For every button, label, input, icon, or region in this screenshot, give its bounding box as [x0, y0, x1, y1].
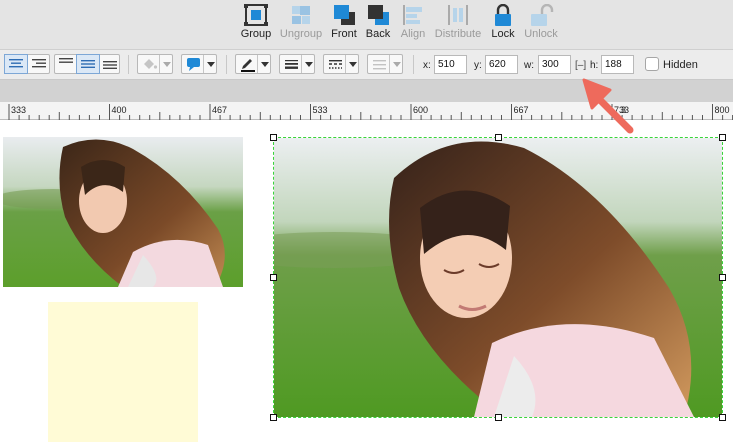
resize-handle-top-right[interactable] — [719, 134, 726, 141]
chevron-down-icon — [203, 55, 216, 73]
w-label: w: — [524, 60, 534, 71]
hidden-label: Hidden — [663, 59, 698, 71]
sticky-note[interactable] — [48, 302, 198, 442]
lock-icon — [495, 4, 511, 26]
w-field[interactable]: 300 — [538, 55, 571, 74]
line-ends-dropdown[interactable] — [367, 54, 403, 74]
ruler-label: 400 — [112, 105, 127, 115]
x-label: x: — [423, 60, 431, 71]
chevron-down-icon — [301, 55, 314, 73]
h-field[interactable]: 188 — [601, 55, 634, 74]
format-bar: x: 510 y: 620 w: 300 [–] h: 188 Hidden — [0, 50, 733, 80]
align-right-button[interactable] — [28, 55, 50, 73]
align-icon — [403, 5, 422, 25]
speech-bubble-icon — [187, 58, 200, 71]
line-weight-icon — [285, 60, 298, 69]
valign-middle-button[interactable] — [76, 54, 100, 74]
align-right-icon — [32, 59, 46, 68]
line-dash-dropdown[interactable] — [323, 54, 359, 74]
fill-color-dropdown[interactable] — [137, 54, 173, 74]
line-color-dropdown[interactable] — [235, 54, 271, 74]
unlock-icon — [531, 4, 554, 26]
ruler-label: 667 — [514, 105, 529, 115]
ruler-label-partial: 3 — [621, 105, 626, 115]
text-align-group — [4, 54, 50, 74]
pen-icon — [241, 59, 255, 72]
ungroup-icon — [292, 6, 310, 24]
align-center-icon — [9, 59, 23, 68]
chevron-down-icon — [159, 55, 172, 73]
line-dash-icon — [329, 60, 342, 69]
resize-handle-top[interactable] — [495, 134, 502, 141]
valign-middle-icon — [81, 60, 95, 68]
vertical-align-group — [54, 54, 120, 74]
chevron-down-icon — [345, 55, 358, 73]
toolbar-separator — [226, 55, 227, 74]
resize-handle-bottom-right[interactable] — [719, 414, 726, 421]
x-field[interactable]: 510 — [434, 55, 467, 74]
horizontal-ruler[interactable]: 333 400 467 533 600 667 733 800 3 — [0, 102, 733, 131]
unlock-label: Unlock — [524, 28, 558, 40]
distribute-icon — [448, 5, 468, 25]
resize-handle-bottom-left[interactable] — [270, 414, 277, 421]
toolbar-separator — [413, 55, 414, 74]
hidden-checkbox[interactable] — [645, 57, 659, 71]
unlock-button[interactable]: Unlock — [515, 4, 567, 48]
resize-handle-top-left[interactable] — [270, 134, 277, 141]
y-field[interactable]: 620 — [485, 55, 518, 74]
resize-handle-bottom[interactable] — [495, 414, 502, 421]
line-weight-dropdown[interactable] — [279, 54, 315, 74]
selection-frame — [273, 137, 723, 418]
ruler-ticks: 333 400 467 533 600 667 733 8003 — [8, 104, 733, 120]
chevron-down-icon — [257, 55, 270, 73]
valign-bottom-button[interactable] — [99, 55, 121, 73]
ruler-label: 333 — [11, 105, 26, 115]
chevron-down-icon — [389, 55, 402, 73]
valign-bottom-icon — [103, 61, 117, 69]
ruler-label: 533 — [313, 105, 328, 115]
align-center-button[interactable] — [4, 54, 28, 74]
h-label: h: — [590, 60, 599, 71]
photo-thumbnail[interactable] — [3, 137, 243, 287]
main-toolbar: Group Ungroup Front Back Align Distribut… — [0, 0, 733, 50]
resize-handle-left[interactable] — [270, 274, 277, 281]
paint-bucket-icon — [144, 59, 158, 69]
toolbar-separator — [128, 55, 129, 74]
ruler-label: 600 — [413, 105, 428, 115]
valign-top-button[interactable] — [55, 55, 77, 73]
ruler-label: 800 — [715, 105, 730, 115]
valign-top-icon — [59, 58, 73, 63]
ruler-label: 467 — [212, 105, 227, 115]
canvas-header-strip — [0, 80, 733, 102]
drawing-canvas[interactable] — [0, 120, 733, 442]
shape-style-dropdown[interactable] — [181, 54, 217, 74]
resize-handle-right[interactable] — [719, 274, 726, 281]
portrait-photo-image — [3, 137, 243, 287]
group-icon — [244, 4, 268, 26]
y-label: y: — [474, 60, 482, 71]
line-ends-icon — [373, 60, 386, 70]
lock-aspect-ratio-toggle[interactable]: [–] — [575, 60, 586, 71]
